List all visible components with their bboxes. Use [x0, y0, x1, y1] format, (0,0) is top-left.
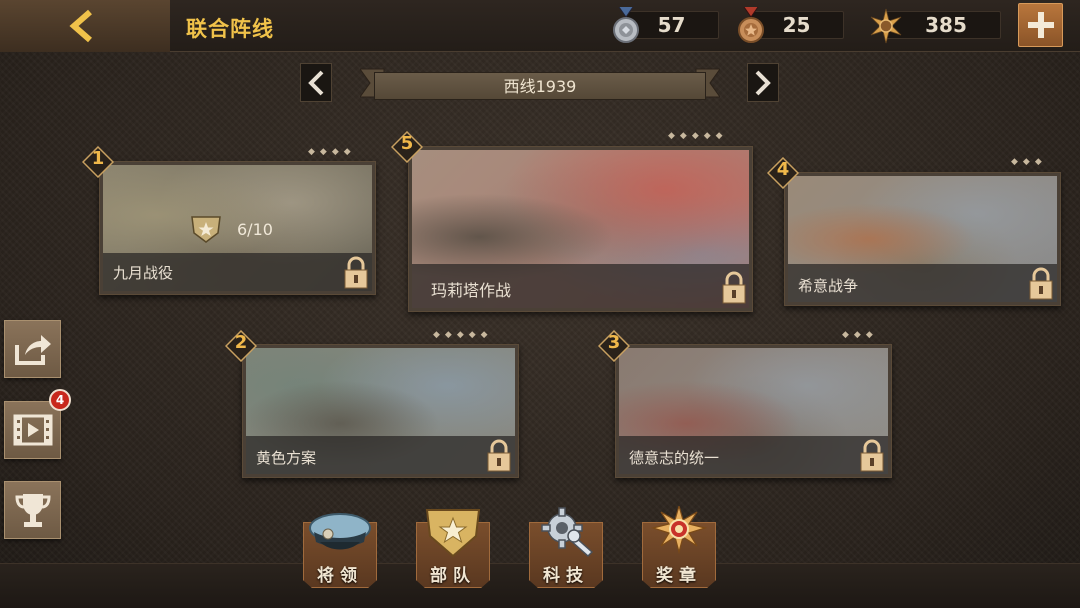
chevron-right-icon [755, 70, 771, 95]
difficulty-dots: ◆◆◆◆ [308, 147, 356, 157]
mission-name: 黄色方案 [256, 449, 317, 467]
chevron-left-icon [69, 9, 92, 43]
menu-label: 科技 [543, 566, 589, 586]
difficulty-dots: ◆◆◆ [1011, 157, 1047, 167]
mission-name: 德意志的统一 [629, 449, 720, 467]
prev-campaign-button[interactable] [300, 63, 332, 102]
share-icon [14, 335, 51, 365]
silver-medal-counter: 57 [613, 7, 719, 43]
trophy-icon [14, 494, 51, 527]
mission-card-1[interactable]: 九月战役 6/10 [99, 161, 376, 295]
page-title: 联合阵线 [186, 17, 274, 41]
mission-number: 3 [607, 332, 621, 353]
troops-button[interactable]: 部队 [416, 506, 490, 588]
mission-number: 5 [400, 133, 414, 154]
mission-name: 希意战争 [798, 277, 859, 295]
difficulty-dots: ◆◆◆ [842, 330, 878, 340]
generals-button[interactable]: 将领 [303, 506, 377, 588]
mission-card-3[interactable]: 德意志的统一 [615, 344, 892, 478]
mission-card-4[interactable]: 希意战争 [784, 172, 1061, 306]
medals-button[interactable]: 奖章 [642, 506, 716, 588]
lock-icon [344, 256, 368, 289]
rank-badge-icon [191, 216, 221, 243]
mission-card-2[interactable]: 黄色方案 [242, 344, 519, 478]
mission-card-5[interactable]: 玛莉塔作战 [408, 146, 753, 312]
tech-button[interactable]: 科技 [529, 506, 603, 588]
silver-medal-count: 57 [657, 13, 686, 37]
back-button[interactable] [0, 0, 170, 52]
bronze-medal-counter: 25 [738, 7, 844, 43]
mission-name: 九月战役 [113, 264, 174, 282]
lock-icon [722, 271, 746, 304]
lock-icon [860, 439, 884, 472]
difficulty-dots: ◆◆◆◆◆ [668, 131, 728, 141]
video-notification-badge: 4 [49, 389, 71, 411]
lock-icon [1029, 267, 1053, 300]
gold-emblem-counter: 385 [870, 8, 1001, 44]
mission-number: 2 [234, 332, 248, 353]
mission-name: 玛莉塔作战 [431, 281, 512, 300]
menu-label: 将领 [317, 566, 363, 586]
mission-number: 4 [776, 159, 790, 180]
gold-emblem-count: 385 [925, 13, 967, 37]
campaign-name: 西线1939 [374, 72, 706, 100]
video-button[interactable] [4, 401, 61, 459]
bronze-medal-count: 25 [782, 13, 811, 37]
next-campaign-button[interactable] [747, 63, 779, 102]
officer-cap-icon [309, 513, 371, 550]
gear-wrench-icon [541, 507, 594, 558]
menu-label: 奖章 [656, 566, 702, 586]
add-resources-button[interactable] [1018, 3, 1063, 47]
film-icon [13, 414, 52, 446]
mission-number: 1 [91, 148, 105, 169]
plus-icon [1027, 12, 1054, 38]
medal-sunburst-icon [650, 506, 708, 555]
top-bar: 联合阵线 57 25 385 [0, 0, 1080, 52]
menu-label: 部队 [430, 566, 476, 586]
mission-progress: 6/10 [237, 220, 273, 239]
difficulty-dots: ◆◆◆◆◆ [433, 330, 493, 340]
army-shield-icon [425, 509, 481, 558]
share-button[interactable] [4, 320, 61, 378]
lock-icon [487, 439, 511, 472]
achievements-button[interactable] [4, 481, 61, 539]
chevron-left-icon [308, 70, 324, 95]
